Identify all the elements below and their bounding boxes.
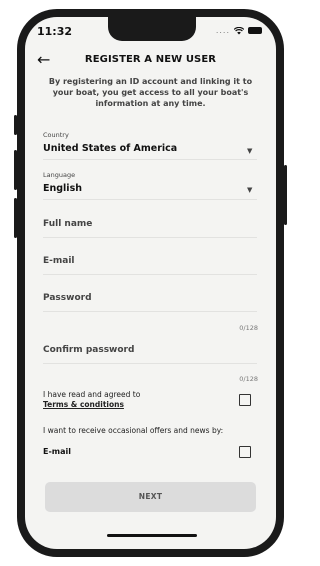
battery-icon — [248, 27, 262, 34]
app-header: ← REGISTER A NEW USER — [25, 52, 276, 72]
intro-text: By registering an ID account and linking… — [48, 77, 253, 108]
confirm-password-input[interactable]: Confirm password — [43, 345, 134, 355]
app-screen: 11:32 .... ← REGISTER A NEW USER By regi… — [25, 17, 276, 549]
email-underline — [43, 274, 257, 275]
wifi-icon — [234, 26, 244, 34]
password-counter: 0/128 — [239, 324, 258, 332]
volume-up-button — [14, 150, 17, 190]
country-underline — [43, 159, 257, 160]
full-name-underline — [43, 237, 257, 238]
chevron-down-icon: ▼ — [247, 186, 253, 194]
language-value: English — [43, 183, 82, 194]
country-value: United States of America — [43, 143, 178, 154]
password-underline — [43, 311, 257, 312]
language-label: Language — [43, 171, 76, 179]
terms-text: I have read and agreed to Terms & condit… — [43, 390, 140, 410]
email-input[interactable]: E-mail — [43, 256, 75, 266]
home-indicator — [107, 534, 197, 537]
power-button — [284, 165, 287, 225]
terms-link[interactable]: Terms & conditions — [43, 400, 140, 410]
volume-down-button — [14, 198, 17, 238]
offers-email-label: E-mail — [43, 447, 72, 456]
mute-switch — [14, 115, 17, 135]
signal-dots: .... — [215, 26, 230, 35]
status-time: 11:32 — [37, 25, 73, 38]
password-input[interactable]: Password — [43, 293, 92, 303]
offers-text: I want to receive occasional offers and … — [43, 426, 224, 435]
confirm-password-counter: 0/128 — [239, 375, 258, 383]
full-name-input[interactable]: Full name — [43, 219, 92, 229]
chevron-down-icon: ▼ — [247, 147, 253, 155]
confirm-password-underline — [43, 363, 257, 364]
terms-line: I have read and agreed to — [43, 390, 141, 399]
notch — [108, 17, 196, 41]
page-title: REGISTER A NEW USER — [84, 54, 217, 65]
offers-email-checkbox[interactable] — [239, 446, 251, 458]
country-label: Country — [43, 131, 69, 139]
language-underline — [43, 199, 257, 200]
next-button[interactable]: NEXT — [45, 482, 256, 512]
status-icons: .... — [216, 26, 262, 35]
terms-checkbox[interactable] — [239, 394, 251, 406]
